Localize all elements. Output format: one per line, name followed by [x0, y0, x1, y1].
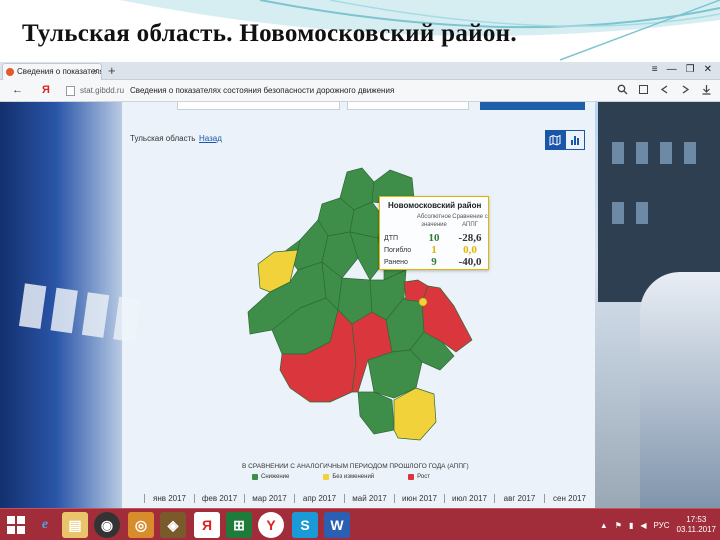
legend-swatch-red — [408, 474, 415, 480]
url-page-title[interactable]: Сведения о показателях состояния безопас… — [130, 86, 394, 95]
maximize-icon[interactable]: ❐ — [686, 64, 695, 75]
tooltip-col-cmp: Сравнение с АППГ — [452, 214, 488, 228]
taskbar: e ▤ ◉ ◎ ◈ Я ⊞ Y S W ▲ ⚑ ▮ ◀ РУС 17:53 03… — [0, 508, 720, 540]
month-item[interactable]: апр 2017 — [294, 494, 344, 503]
explorer-icon[interactable]: ▤ — [62, 512, 88, 538]
window-controls: ≡ — ❐ ✕ — [652, 64, 712, 75]
yandex-browser-icon[interactable]: Y — [258, 512, 284, 538]
forward-nav-icon[interactable] — [680, 84, 691, 95]
page-icon — [66, 86, 75, 96]
media-icon[interactable]: ◉ — [94, 512, 120, 538]
month-item[interactable]: май 2017 — [344, 494, 394, 503]
legend-label: Рост — [417, 474, 430, 480]
new-tab-button[interactable]: + — [108, 63, 116, 78]
legend-label: Без изменений — [332, 474, 375, 480]
excel-icon[interactable]: ⊞ — [226, 512, 252, 538]
month-item[interactable]: фев 2017 — [194, 494, 244, 503]
tray-flag-icon[interactable]: ⚑ — [615, 521, 622, 530]
address-bar-actions — [617, 84, 712, 95]
tooltip-row-cmp: -28,6 — [458, 232, 482, 244]
tray-network-icon[interactable]: ▮ — [629, 521, 633, 530]
windows-start-icon[interactable] — [6, 515, 26, 535]
page-content: ▮▮▮▮ Тульская область Назад Новомосковск… — [0, 102, 720, 508]
map-legend: Снижение Без изменений Рост — [252, 474, 430, 480]
tooltip-row-label: Ранено — [384, 259, 408, 266]
tab-close-icon[interactable]: × — [93, 66, 98, 76]
legend-item: Без изменений — [323, 474, 374, 480]
word-icon[interactable]: W — [324, 512, 350, 538]
app-icon[interactable]: ◎ — [128, 512, 154, 538]
background-photo-left: ▮▮▮▮ — [0, 102, 148, 508]
selected-district-marker[interactable] — [418, 297, 428, 307]
input-language[interactable]: РУС — [654, 521, 670, 530]
legend-swatch-yellow — [323, 474, 330, 480]
tooltip-district-name: Новомосковский район — [388, 201, 482, 210]
system-tray: ▲ ⚑ ▮ ◀ РУС 17:53 03.11.2017 — [600, 513, 716, 537]
tooltip-row-abs: 9 — [431, 256, 437, 268]
yandex-icon[interactable]: Я — [42, 84, 50, 96]
yandex-app-icon[interactable]: Я — [194, 512, 220, 538]
tray-volume-icon[interactable]: ◀ — [640, 521, 646, 530]
clock-time: 17:53 — [686, 515, 707, 524]
clock[interactable]: 17:53 03.11.2017 — [677, 515, 716, 535]
slide-title: Тульская область. Новомосковский район. — [22, 20, 517, 47]
tray-up-arrow-icon[interactable]: ▲ — [600, 521, 608, 530]
month-item[interactable]: авг 2017 — [494, 494, 544, 503]
app2-icon[interactable]: ◈ — [160, 512, 186, 538]
skype-icon[interactable]: S — [292, 512, 318, 538]
address-bar: ← Я stat.gibdd.ru Сведения о показателях… — [0, 80, 720, 102]
month-item[interactable]: сен 2017 — [544, 494, 594, 503]
district-south-yellow[interactable] — [393, 387, 437, 441]
slide-header: Тульская область. Новомосковский район. — [0, 0, 720, 62]
tooltip-col-abs: Абсолютное значение — [416, 214, 452, 228]
clock-date: 03.11.2017 — [676, 525, 716, 534]
month-item[interactable]: янв 2017 — [144, 494, 194, 503]
bookmark-icon[interactable] — [638, 84, 649, 95]
months-timeline: янв 2017 фев 2017 мар 2017 апр 2017 май … — [144, 494, 594, 503]
district-south-2[interactable] — [357, 391, 395, 435]
district-tooltip: Новомосковский район Абсолютное значение… — [379, 196, 489, 270]
tooltip-row-abs: 1 — [431, 244, 437, 256]
tooltip-row-abs: 10 — [428, 232, 440, 244]
legend-item: Рост — [408, 474, 430, 480]
search-icon[interactable] — [617, 84, 628, 95]
tooltip-row-cmp: -40,0 — [458, 256, 482, 268]
month-item[interactable]: июн 2017 — [394, 494, 444, 503]
tooltip-row-label: Погибло — [384, 247, 412, 254]
ie-icon[interactable]: e — [32, 512, 58, 538]
browser-tab[interactable]: Сведения о показателях × — [2, 63, 102, 80]
back-nav-icon[interactable] — [659, 84, 670, 95]
close-window-icon[interactable]: ✕ — [704, 64, 712, 75]
browser-tab-bar: Сведения о показателях × + ≡ — ❐ ✕ — [0, 62, 720, 80]
back-arrow-icon[interactable]: ← — [12, 84, 23, 96]
legend-label: Снижение — [261, 474, 290, 480]
month-item[interactable]: мар 2017 — [244, 494, 294, 503]
legend-item: Снижение — [252, 474, 289, 480]
legend-title: В СРАВНЕНИИ С АНАЛОГИЧНЫМ ПЕРИОДОМ ПРОШЛ… — [242, 463, 469, 470]
region-map — [247, 167, 473, 441]
gibdd-favicon-icon — [6, 68, 14, 76]
tooltip-row-label: ДТП — [384, 235, 399, 242]
legend-swatch-green — [252, 474, 258, 480]
menu-icon[interactable]: ≡ — [652, 64, 658, 75]
minimize-icon[interactable]: — — [667, 64, 677, 75]
stat-panel: Тульская область Назад Новомосковский ра… — [122, 102, 595, 508]
tooltip-row-cmp: 0,0 — [463, 244, 477, 256]
download-icon[interactable] — [701, 84, 712, 95]
month-item[interactable]: июл 2017 — [444, 494, 494, 503]
tab-title: Сведения о показателях — [17, 67, 102, 76]
background-car-image — [640, 272, 720, 508]
url-domain[interactable]: stat.gibdd.ru — [80, 86, 124, 95]
